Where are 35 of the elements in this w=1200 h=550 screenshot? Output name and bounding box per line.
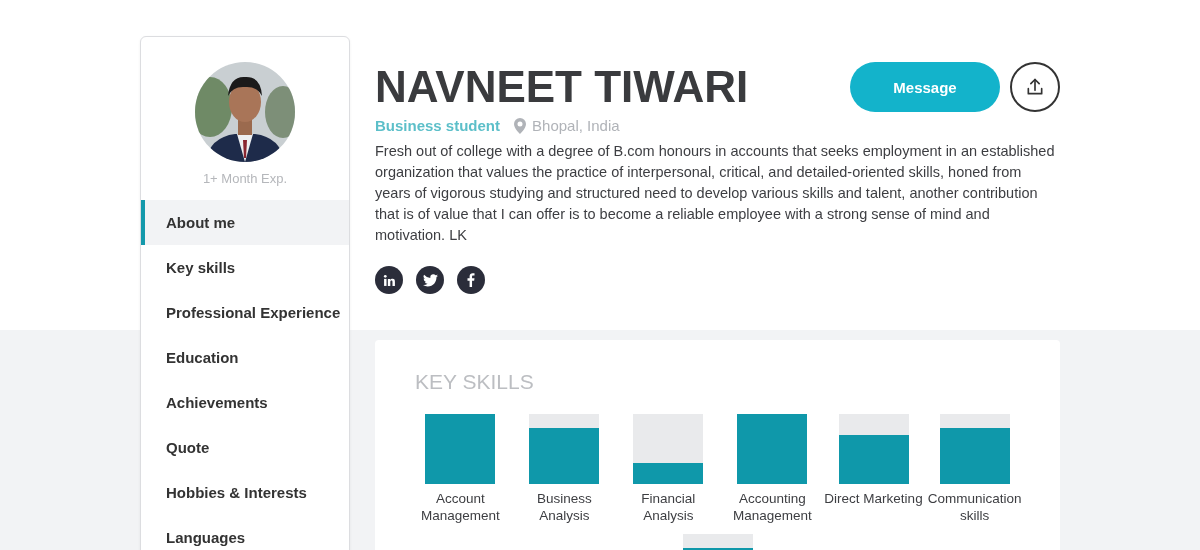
share-button[interactable] [1010,62,1060,112]
skill-name: Communication skills [926,490,1023,524]
sidebar-item[interactable]: About me [141,200,349,245]
linkedin-icon [382,273,396,287]
skill-meter [529,414,600,484]
skill-name: Business Analysis [535,490,593,524]
sidebar-item[interactable]: Hobbies & Interests [141,470,349,515]
experience-text: 1+ Month Exp. [201,171,289,186]
social-link[interactable] [416,266,444,294]
skill-meter [633,414,704,484]
social-link[interactable] [457,266,485,294]
skill-meter [939,414,1010,484]
sidebar-item[interactable]: Languages [141,515,349,550]
about-text: Fresh out of college with a degree of B.com honours in accounts that seeks employment in an established organization that values the practice of interpersonal, critical, and detailed-oriented skills, honed from years of vigorous studying and structured need to develop various skills and talent, another contribution that is of value that I can offer is to become a reliable employee with a strong sense of mind and motivation. LK [375,142,1056,245]
facebook-icon [467,273,475,287]
sidebar-item[interactable]: Achievements [141,380,349,425]
skill-meter [838,414,909,484]
skill-meter [425,414,496,484]
profile-role: Business student [375,117,501,134]
social-link[interactable] [375,266,403,294]
profile-name: NAVNEET TIWARI [375,62,749,112]
location-text: Bhopal, India [532,117,620,134]
sidebar-item[interactable]: Education [141,335,349,380]
share-icon [1025,77,1045,97]
location-pin-icon [514,117,527,134]
skill-name: Direct Marketing [824,490,923,507]
sidebar-item[interactable]: Key skills [141,245,349,290]
section-title: KEY SKILLS [415,370,535,394]
twitter-icon [422,273,438,287]
sidebar-item[interactable]: Quote [141,425,349,470]
skill-name: Accounting Management [731,490,813,524]
skill-name: Account Management [419,490,501,524]
skill-name: Financial Analysis [640,490,697,524]
skill-meter [737,414,808,484]
sidebar-item[interactable]: Professional Experience [141,290,349,335]
